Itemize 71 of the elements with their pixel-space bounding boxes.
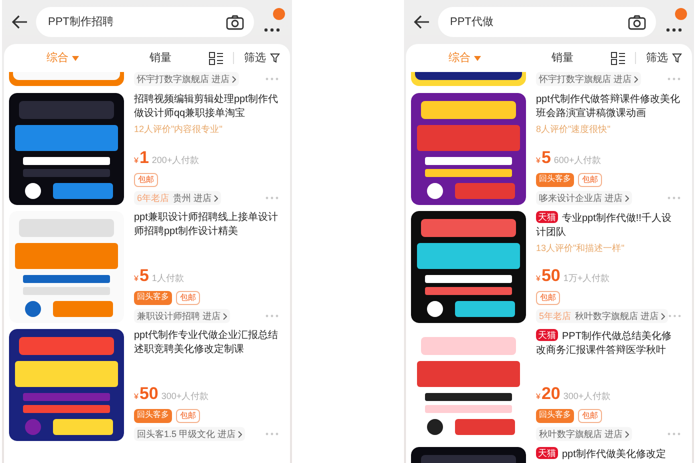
caret-icon (72, 56, 80, 60)
product-title[interactable]: 天猫 PPT制作代做总结美化修改商务汇报课件答辩医学秋叶 (536, 329, 681, 358)
shop-link[interactable]: 兼职设计师招聘 进店 (134, 309, 230, 323)
chevron-right-icon (232, 76, 236, 84)
notification-dot-icon (675, 8, 687, 20)
sort-tab[interactable]: 销量 (551, 50, 574, 66)
chevron-right-icon (624, 195, 629, 202)
product-title[interactable]: ppt兼职设计师招聘线上接单设计师招聘ppt制作设计精美 (134, 211, 279, 239)
chevron-right-icon (634, 76, 638, 84)
product-tag: 包邮 (176, 409, 200, 423)
price: ¥20 (536, 384, 560, 405)
product-tag: 回头客多 (536, 173, 574, 187)
price: ¥5 (536, 148, 551, 169)
review-tagline: 12人评价"内容很专业" (134, 123, 224, 136)
product-title[interactable]: 天猫 专业ppt制作代做!!千人设计团队 (536, 211, 681, 240)
sort-tab[interactable]: 筛选 (244, 50, 280, 66)
list-view-icon[interactable] (611, 52, 625, 64)
price: ¥50 (536, 266, 560, 287)
price: ¥1 (134, 148, 149, 169)
caret-icon (474, 56, 482, 60)
filter-icon (672, 53, 682, 63)
sold-count: 300+人付款 (161, 390, 209, 403)
list-view-icon[interactable] (209, 52, 223, 64)
product-tag: 回头客多 (134, 409, 172, 423)
store-badge: 天猫 (536, 211, 558, 223)
sold-count: 300+人付款 (563, 390, 611, 403)
product-title[interactable]: ppt代制作专业代做企业汇报总结述职竞聘美化修改定制课 (134, 329, 279, 357)
sold-count: 1万+人付款 (563, 272, 610, 285)
product-tag: 包邮 (134, 173, 158, 187)
back-arrow-icon[interactable] (12, 15, 28, 29)
shop-link[interactable]: 6年老店 贵州 进店 (134, 191, 221, 205)
store-badge: 天猫 (536, 447, 558, 459)
product-tag: 回头客多 (134, 291, 172, 305)
shop-link[interactable]: 怀宇打数字旗舰店 进店 (536, 72, 641, 86)
more-icon[interactable] (666, 28, 682, 32)
chevron-right-icon (238, 431, 242, 438)
chevron-right-icon (660, 313, 665, 320)
shop-link[interactable]: 回头客1.5 甲级文化 进店 (134, 427, 245, 441)
product-tag: 包邮 (176, 291, 200, 305)
search-field[interactable]: PPT制作招聘 (36, 7, 254, 37)
sold-count: 1人付款 (152, 272, 184, 285)
camera-icon[interactable] (226, 14, 244, 30)
sold-count: 200+人付款 (152, 154, 200, 167)
product-tag: 包邮 (536, 291, 560, 305)
back-arrow-icon[interactable] (414, 15, 430, 29)
product-tag: 包邮 (578, 409, 602, 423)
review-tagline: 8人评价"速度很快" (536, 123, 612, 136)
search-field[interactable]: PPT代做 (438, 7, 656, 37)
product-title[interactable]: ppt代制作代做答辩课件修改美化班会路演宣讲稿微课动画 (536, 93, 681, 121)
camera-icon[interactable] (628, 14, 646, 30)
shop-link[interactable]: 秋叶数字旗舰店 进店 (536, 427, 632, 441)
shop-link[interactable]: 哆来设计企业店 进店 (536, 191, 632, 205)
chevron-right-icon (624, 431, 629, 438)
sold-count: 600+人付款 (554, 154, 602, 167)
more-icon[interactable] (264, 28, 280, 32)
filter-icon (270, 53, 280, 63)
shop-link[interactable]: 5年老店 秋叶数字旗舰店 进店 (536, 309, 668, 323)
chevron-right-icon (222, 313, 227, 320)
product-title[interactable]: 天猫 ppt制作代做美化修改定 (536, 447, 681, 462)
store-badge: 天猫 (536, 329, 558, 341)
price: ¥5 (134, 266, 149, 287)
price: ¥50 (134, 384, 158, 405)
product-tag: 回头客多 (536, 409, 574, 423)
notification-dot-icon (273, 8, 285, 20)
shop-link[interactable]: 怀宇打数字旗舰店 进店 (134, 72, 239, 86)
sort-tab[interactable]: 筛选 (646, 50, 682, 66)
sort-tab[interactable]: 销量 (149, 50, 172, 66)
review-tagline: 13人评价"和描述一样" (536, 242, 626, 255)
chevron-right-icon (214, 195, 218, 202)
product-title[interactable]: 招聘视频编辑剪辑处理ppt制作代做设计师qq兼职接单淘宝 (134, 93, 279, 121)
product-tag: 包邮 (578, 173, 602, 187)
